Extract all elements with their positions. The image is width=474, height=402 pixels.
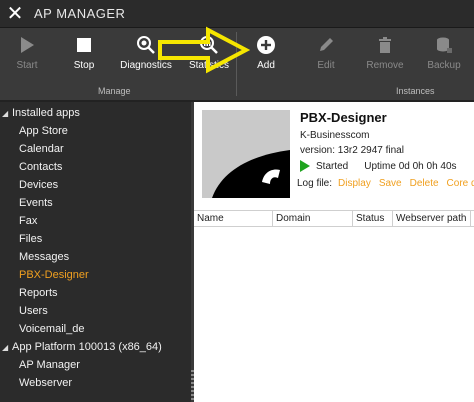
diagnostics-button[interactable]: Diagnostics	[118, 34, 174, 74]
log-save-link[interactable]: Save	[379, 178, 402, 189]
log-file-row: Log file: Display Save Delete Core du	[297, 178, 474, 189]
add-button[interactable]: Add	[252, 34, 280, 74]
sidebar-item-users[interactable]: Users	[0, 302, 190, 320]
sidebar: ◢ Installed apps App Store Calendar Cont…	[0, 102, 194, 402]
toolbar: Start Stop Diagnostics Statistics Add Ed…	[0, 28, 474, 100]
running-status-icon	[300, 160, 310, 172]
play-icon	[16, 34, 38, 56]
backup-button[interactable]: Backup	[426, 34, 462, 74]
backup-label: Backup	[427, 60, 461, 71]
triangle-down-icon: ◢	[2, 342, 9, 352]
sidebar-item-messages[interactable]: Messages	[0, 248, 190, 266]
trash-icon	[374, 34, 396, 56]
column-divider[interactable]	[272, 211, 273, 227]
diagnostics-label: Diagnostics	[120, 60, 172, 71]
sidebar-item-app-store[interactable]: App Store	[0, 122, 190, 140]
sidebar-item-ap-manager[interactable]: AP Manager	[0, 356, 190, 374]
plus-circle-icon	[255, 34, 277, 56]
app-name: PBX-Designer	[300, 110, 387, 125]
sidebar-item-reports[interactable]: Reports	[0, 284, 190, 302]
remove-button[interactable]: Remove	[366, 34, 404, 74]
instances-table-header: Name Domain Status Webserver path	[194, 210, 474, 227]
sidebar-item-calendar[interactable]: Calendar	[0, 140, 190, 158]
magnifier-bug-icon	[135, 34, 157, 56]
statistics-button[interactable]: Statistics	[184, 34, 234, 74]
start-button[interactable]: Start	[12, 34, 42, 74]
statistics-label: Statistics	[188, 60, 229, 71]
column-divider[interactable]	[352, 211, 353, 227]
magnifier-chart-icon	[198, 34, 220, 56]
app-thumbnail	[202, 110, 290, 198]
app-uptime: Uptime 0d 0h 0h 40s	[364, 160, 457, 172]
log-display-link[interactable]: Display	[338, 178, 371, 189]
core-dump-link[interactable]: Core du	[447, 178, 474, 189]
status-row: Started Uptime 0d 0h 0h 40s	[300, 160, 457, 172]
title-bar: ✕ AP MANAGER	[0, 0, 474, 28]
app-status: Started	[316, 160, 349, 172]
close-icon[interactable]: ✕	[4, 3, 26, 25]
stop-label: Stop	[73, 60, 95, 71]
sidebar-item-fax[interactable]: Fax	[0, 212, 190, 230]
column-header-status[interactable]: Status	[356, 213, 384, 224]
column-header-domain[interactable]: Domain	[276, 213, 310, 224]
edit-label: Edit	[317, 60, 335, 71]
triangle-down-icon: ◢	[2, 108, 9, 118]
sidebar-item-devices[interactable]: Devices	[0, 176, 190, 194]
remove-label: Remove	[366, 60, 404, 71]
log-delete-link[interactable]: Delete	[410, 178, 439, 189]
group-label-instances: Instances	[396, 86, 435, 96]
column-divider[interactable]	[470, 211, 471, 227]
sidebar-item-voicemail-de[interactable]: Voicemail_de	[0, 320, 190, 338]
sidebar-item-files[interactable]: Files	[0, 230, 190, 248]
add-label: Add	[257, 60, 275, 71]
sidebar-item-events[interactable]: Events	[0, 194, 190, 212]
pencil-icon	[315, 34, 337, 56]
column-header-webserver-path[interactable]: Webserver path	[396, 213, 466, 224]
sidebar-item-contacts[interactable]: Contacts	[0, 158, 190, 176]
group-label-manage: Manage	[98, 86, 131, 96]
sidebar-group-app-platform[interactable]: ◢ App Platform 100013 (x86_64)	[0, 338, 190, 356]
database-icon	[433, 34, 455, 56]
edit-button[interactable]: Edit	[312, 34, 340, 74]
sidebar-group-label: App Platform 100013 (x86_64)	[12, 341, 162, 353]
app-version: version: 13r2 2947 final	[300, 145, 404, 156]
sidebar-item-pbx-designer[interactable]: PBX-Designer	[0, 266, 190, 284]
sidebar-group-label: Installed apps	[12, 107, 80, 119]
app-details-panel: PBX-Designer K-Businesscom version: 13r2…	[194, 102, 474, 402]
sidebar-group-installed-apps[interactable]: ◢ Installed apps	[0, 104, 190, 122]
app-vendor: K-Businesscom	[300, 130, 370, 141]
stop-icon	[73, 34, 95, 56]
column-header-name[interactable]: Name	[197, 213, 224, 224]
window-title: AP MANAGER	[34, 6, 126, 21]
toolbar-divider	[236, 32, 237, 96]
sidebar-item-webserver[interactable]: Webserver	[0, 374, 190, 392]
log-file-label: Log file:	[297, 178, 333, 189]
start-label: Start	[16, 60, 38, 71]
stop-button[interactable]: Stop	[68, 34, 100, 74]
column-divider[interactable]	[392, 211, 393, 227]
